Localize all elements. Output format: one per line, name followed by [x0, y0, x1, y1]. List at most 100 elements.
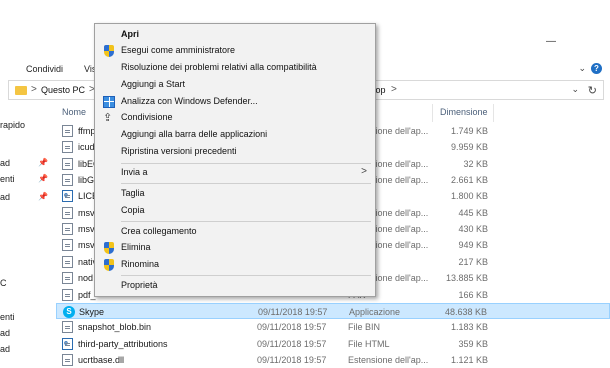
ribbon-expand-chevron-icon[interactable]: ⌄ [578, 63, 586, 74]
address-dropdown-icon[interactable]: ⌄ [571, 84, 579, 95]
file-size: 48.638 KB [444, 306, 487, 317]
menu-item-pin-to-start[interactable]: Aggiungi a Start [95, 77, 375, 93]
menu-item-cut[interactable]: Taglia [95, 186, 375, 202]
tab-condividi[interactable]: Condividi [26, 64, 63, 74]
nav-item-documenti[interactable]: enti [0, 174, 15, 184]
file-row[interactable]: e third-party_attributions 09/11/2018 19:5… [56, 336, 610, 352]
file-size: 9.959 KB [450, 142, 488, 153]
menu-item-label: Invia a [121, 167, 148, 177]
pin-icon: 📌 [38, 174, 48, 183]
file-name: msv [78, 207, 95, 218]
menu-item-rename[interactable]: Rinomina [95, 257, 375, 273]
menu-item-label: Analizza con Windows Defender... [121, 96, 258, 106]
menu-item-label: Crea collegamento [121, 226, 197, 236]
minimize-icon: — [546, 36, 556, 47]
file-date: 09/11/2018 19:57 [258, 306, 328, 317]
file-icon [62, 321, 73, 334]
nav-item-questo-pc[interactable]: C [0, 278, 7, 288]
menu-item-label: Esegui come amministratore [121, 45, 236, 55]
file-size: 1.121 KB [450, 354, 488, 365]
column-header-name[interactable]: Nome [62, 107, 86, 117]
file-size: 359 KB [458, 338, 488, 349]
file-size: 2.661 KB [450, 175, 488, 186]
file-row[interactable]: S Skype 09/11/2018 19:57 Applicazione 48.638… [56, 302, 610, 319]
breadcrumb-separator-icon: > [391, 84, 397, 95]
file-icon [62, 239, 73, 252]
file-icon [62, 125, 73, 137]
column-divider[interactable] [493, 104, 494, 122]
file-type: File BIN [348, 322, 381, 333]
file-size: 217 KB [458, 256, 488, 267]
file-name: nod [78, 273, 94, 284]
file-row[interactable]: ucrtbase.dll 09/11/2018 19:57 Estensione d… [56, 352, 610, 368]
file-explorer-window: — Condividi Vis ⌄ ? > Questo PC > top > … [0, 0, 610, 366]
file-date: 09/11/2018 19:57 [257, 338, 327, 349]
menu-item-delete[interactable]: Elimina [95, 240, 375, 256]
breadcrumb-separator-icon: > [31, 84, 37, 95]
html-file-icon: e [62, 190, 73, 203]
menu-separator [121, 221, 371, 222]
html-file-icon: e [62, 337, 73, 350]
menu-item-share[interactable]: ⇪ Condivisione [95, 110, 375, 126]
menu-item-label: Proprietà [121, 280, 158, 290]
menu-item-properties[interactable]: Proprietà [95, 278, 375, 294]
menu-item-restore-versions[interactable]: Ripristina versioni precedenti [95, 144, 375, 160]
file-icon [62, 223, 73, 236]
column-divider[interactable] [432, 104, 433, 122]
menu-separator [121, 163, 371, 164]
file-size: 32 KB [463, 158, 488, 169]
menu-item-copy[interactable]: Copia [95, 203, 375, 219]
file-name: ffmp [78, 126, 96, 136]
menu-item-open[interactable]: Apri [95, 27, 375, 43]
column-header-size[interactable]: Dimensione [440, 107, 488, 117]
file-size: 1.749 KB [450, 126, 488, 136]
nav-item-download-3[interactable]: ad [0, 328, 10, 338]
uac-shield-icon [103, 242, 115, 254]
file-icon [62, 255, 73, 268]
menu-item-create-shortcut[interactable]: Crea collegamento [95, 224, 375, 240]
nav-item-documenti-2[interactable]: enti [0, 312, 15, 322]
nav-item-accesso-rapido[interactable]: rapido [0, 120, 25, 130]
menu-item-label: Apri [121, 29, 139, 39]
pin-icon: 📌 [38, 192, 48, 201]
file-icon [62, 174, 73, 187]
nav-item-download-2[interactable]: ad [0, 192, 10, 202]
context-menu: Apri Esegui come amministratore Risoluzi… [94, 23, 376, 297]
file-type: File HTML [348, 338, 390, 349]
file-icon [62, 353, 73, 366]
menu-item-label: Taglia [121, 188, 145, 198]
file-name: msv [78, 240, 95, 251]
file-date: 09/11/2018 19:57 [257, 322, 327, 333]
file-name: ucrtbase.dll [78, 354, 125, 365]
nav-item-download[interactable]: ad [0, 158, 10, 168]
file-size: 445 KB [458, 207, 488, 218]
file-name: msv [78, 224, 95, 235]
menu-item-label: Copia [121, 205, 145, 215]
menu-separator [121, 275, 371, 276]
help-icon[interactable]: ? [591, 63, 602, 74]
menu-item-label: Rinomina [121, 259, 160, 269]
menu-item-label: Aggiungi a Start [121, 79, 186, 89]
menu-item-scan-defender[interactable]: Analizza con Windows Defender... [95, 94, 375, 110]
windows-defender-icon [103, 96, 115, 108]
menu-item-label: Elimina [121, 242, 151, 252]
menu-item-troubleshoot-compatibility[interactable]: Risoluzione dei problemi relativi alla c… [95, 60, 375, 76]
file-icon [62, 288, 73, 301]
menu-item-label: Aggiungi alla barra delle applicazioni [121, 129, 268, 139]
menu-item-label: Condivisione [121, 112, 173, 122]
file-size: 430 KB [458, 224, 488, 235]
menu-separator [121, 183, 371, 184]
menu-item-run-as-admin[interactable]: Esegui come amministratore [95, 43, 375, 59]
minimize-button[interactable]: — [546, 36, 560, 48]
menu-item-pin-to-taskbar[interactable]: Aggiungi alla barra delle applicazioni [95, 127, 375, 143]
submenu-arrow-icon: > [361, 166, 367, 177]
refresh-icon[interactable]: ↻ [588, 84, 597, 97]
file-icon [62, 272, 73, 285]
file-size: 1.800 KB [450, 191, 488, 202]
file-icon [62, 206, 73, 219]
breadcrumb-questo-pc[interactable]: Questo PC [41, 85, 85, 95]
window-left-edge [2, 36, 16, 48]
file-name: pdf_ [78, 289, 96, 300]
menu-item-send-to[interactable]: Invia a > [95, 165, 375, 181]
file-row[interactable]: snapshot_blob.bin 09/11/2018 19:57 File BI… [56, 319, 610, 335]
